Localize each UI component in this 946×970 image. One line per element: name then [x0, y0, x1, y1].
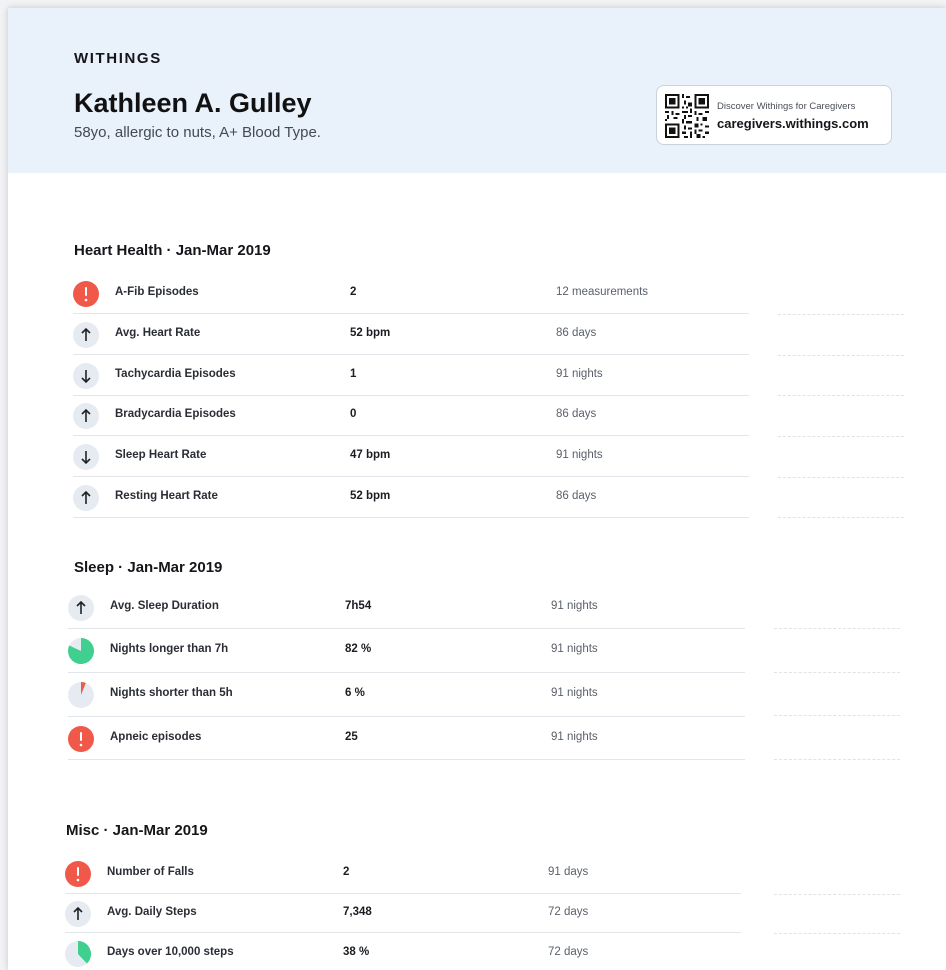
arrow-up-icon [65, 901, 91, 927]
metric-label: Avg. Sleep Duration [110, 600, 219, 612]
table-row: Nights shorter than 5h 6 % 91 nights [68, 675, 745, 717]
arrow-up-icon [68, 595, 94, 621]
row-divider [73, 354, 749, 355]
metric-value: 6 % [345, 687, 365, 699]
dashed-divider [774, 894, 900, 895]
metric-basis: 72 days [548, 946, 589, 958]
row-divider [68, 759, 745, 760]
dashed-divider [774, 672, 900, 673]
metric-label: Nights longer than 7h [110, 643, 229, 655]
qr-code-icon [665, 94, 709, 138]
arrow-up-icon [73, 322, 99, 348]
table-row: Resting Heart Rate 52 bpm 86 days [73, 478, 749, 518]
metric-value: 0 [350, 408, 357, 420]
table-row: Number of Falls 2 91 days [65, 854, 741, 894]
report-header: WITHINGS Kathleen A. Gulley 58yo, allerg… [8, 8, 946, 173]
table-row: Avg. Heart Rate 52 bpm 86 days [73, 315, 749, 355]
metric-value: 7h54 [345, 600, 372, 612]
arrow-up-icon [73, 485, 99, 511]
metric-basis: 91 nights [556, 368, 603, 380]
dashed-divider [774, 933, 900, 934]
metric-label: Sleep Heart Rate [115, 449, 207, 461]
row-divider [68, 628, 745, 629]
arrow-down-icon [73, 363, 99, 389]
dashed-divider [778, 314, 904, 315]
metric-basis: 91 days [548, 866, 589, 878]
metric-basis: 91 nights [551, 731, 598, 743]
dashed-divider [778, 436, 904, 437]
metric-basis: 91 nights [551, 687, 598, 699]
row-divider [65, 932, 741, 933]
table-row: Days over 10,000 steps 38 % 72 days [65, 934, 741, 970]
metric-label: Tachycardia Episodes [115, 368, 236, 380]
metric-value: 2 [343, 866, 350, 878]
metric-label: Bradycardia Episodes [115, 408, 236, 420]
metric-label: Apneic episodes [110, 731, 202, 743]
dashed-divider [774, 759, 900, 760]
table-row: Bradycardia Episodes 0 86 days [73, 396, 749, 436]
caregivers-promo-card[interactable]: Discover Withings for Caregivers caregiv… [656, 85, 892, 145]
table-row: Nights longer than 7h 82 % 91 nights [68, 631, 745, 673]
table-row: A-Fib Episodes 2 12 measurements [73, 274, 749, 314]
alert-icon [73, 281, 99, 307]
metric-value: 2 [350, 286, 357, 298]
table-row: Avg. Sleep Duration 7h54 91 nights [68, 588, 745, 629]
dashed-divider [778, 395, 904, 396]
alert-icon [65, 861, 91, 887]
metric-basis: 86 days [556, 490, 597, 502]
metric-value: 25 [345, 731, 358, 743]
metric-label: Days over 10,000 steps [107, 946, 234, 958]
row-divider [68, 716, 745, 717]
brand-logo: WITHINGS [74, 50, 162, 67]
metric-basis: 86 days [556, 327, 597, 339]
table-row: Sleep Heart Rate 47 bpm 91 nights [73, 437, 749, 477]
metric-value: 1 [350, 368, 357, 380]
row-divider [73, 517, 749, 518]
dashed-divider [778, 477, 904, 478]
metric-label: A-Fib Episodes [115, 286, 199, 298]
metric-value: 52 bpm [350, 327, 391, 339]
arrow-up-icon [73, 403, 99, 429]
alert-icon [68, 726, 94, 752]
metric-value: 47 bpm [350, 449, 391, 461]
metric-value: 82 % [345, 643, 372, 655]
promo-url-link[interactable]: caregivers.withings.com [717, 116, 869, 131]
row-divider [73, 435, 749, 436]
pie-chart-icon [65, 941, 91, 967]
report-page: WITHINGS Kathleen A. Gulley 58yo, allerg… [8, 8, 946, 970]
patient-details: 58yo, allergic to nuts, A+ Blood Type. [74, 124, 321, 141]
metric-value: 52 bpm [350, 490, 391, 502]
metric-value: 7,348 [343, 906, 372, 918]
metric-label: Avg. Daily Steps [107, 906, 197, 918]
row-divider [73, 476, 749, 477]
metric-label: Resting Heart Rate [115, 490, 218, 502]
table-row: Apneic episodes 25 91 nights [68, 719, 745, 760]
metric-basis: 72 days [548, 906, 589, 918]
table-row: Tachycardia Episodes 1 91 nights [73, 356, 749, 396]
metric-basis: 91 nights [551, 600, 598, 612]
table-row: Avg. Daily Steps 7,348 72 days [65, 894, 741, 933]
dashed-divider [774, 715, 900, 716]
metric-basis: 12 measurements [556, 286, 649, 298]
metric-basis: 91 nights [556, 449, 603, 461]
metric-label: Avg. Heart Rate [115, 327, 201, 339]
section-title-heart-health: Heart Health · Jan-Mar 2019 [74, 242, 271, 259]
metric-basis: 86 days [556, 408, 597, 420]
metric-basis: 91 nights [551, 643, 598, 655]
section-title-misc: Misc · Jan-Mar 2019 [66, 822, 208, 839]
patient-name: Kathleen A. Gulley [74, 88, 312, 118]
dashed-divider [778, 355, 904, 356]
section-title-sleep: Sleep · Jan-Mar 2019 [74, 559, 223, 576]
arrow-down-icon [73, 444, 99, 470]
dashed-divider [778, 517, 904, 518]
row-divider [73, 313, 749, 314]
dashed-divider [774, 628, 900, 629]
pie-chart-icon [68, 682, 94, 708]
metric-label: Number of Falls [107, 866, 194, 878]
row-divider [68, 672, 745, 673]
pie-chart-icon [68, 638, 94, 664]
promo-text: Discover Withings for Caregivers [717, 101, 856, 112]
metric-value: 38 % [343, 946, 370, 958]
metric-label: Nights shorter than 5h [110, 687, 233, 699]
